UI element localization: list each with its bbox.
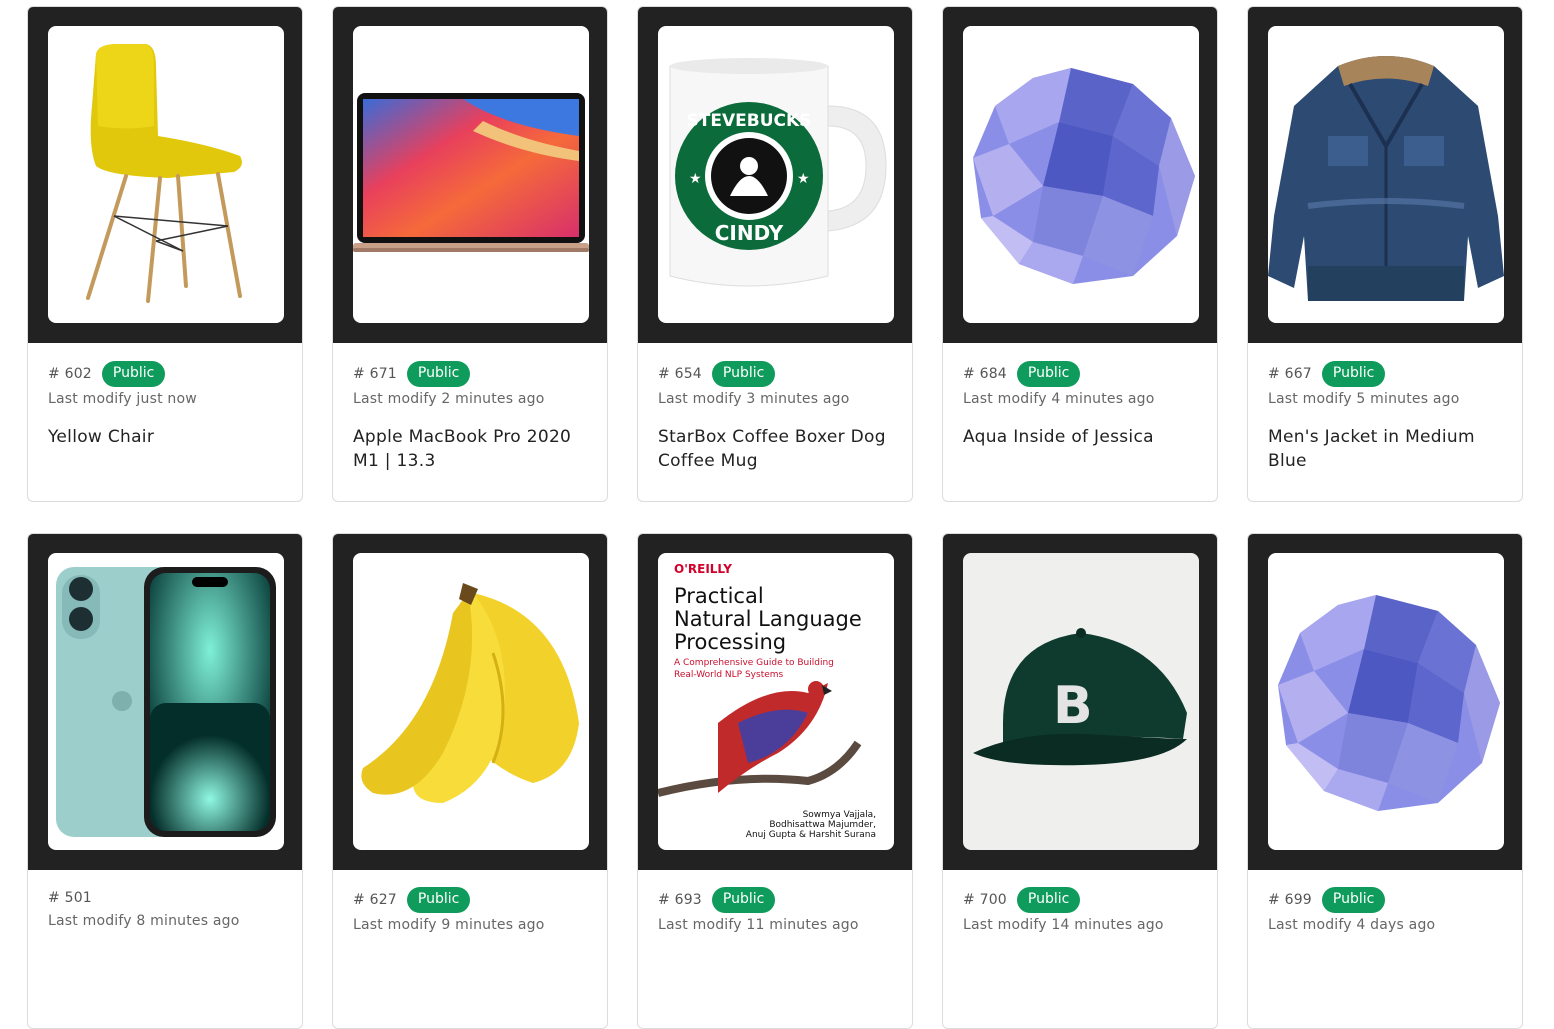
last-modified: Last modify 4 minutes ago	[963, 391, 1155, 407]
item-title[interactable]: Apple MacBook Pro 2020 M1 | 13.3	[353, 425, 587, 473]
product-card[interactable]: # 627 Public Last modify 9 minutes ago	[332, 533, 608, 1029]
thumbnail-frame	[333, 534, 607, 870]
product-thumbnail[interactable]	[353, 26, 589, 323]
visibility-badge: Public	[711, 887, 776, 913]
book-publisher: O'REILLY	[674, 562, 732, 576]
product-card[interactable]: # 602 Public Last modify just now Yellow…	[27, 6, 303, 502]
thumbnail-frame: STEVEBUCKS CINDY ★ ★	[638, 7, 912, 343]
last-modified: Last modify 4 days ago	[1268, 917, 1436, 933]
thumbnail-frame	[28, 534, 302, 870]
product-thumbnail[interactable]	[1268, 26, 1504, 323]
card-info: # 693 Public Last modify 11 minutes ago	[638, 870, 912, 933]
product-thumbnail[interactable]: B	[963, 553, 1199, 850]
denim-jacket-image	[1268, 56, 1504, 301]
thumbnail-frame	[943, 7, 1217, 343]
item-id: # 654	[658, 366, 702, 382]
item-id: # 501	[48, 890, 92, 906]
product-card[interactable]: B # 700 Public Last modify 14 minutes ag…	[942, 533, 1218, 1029]
yellow-chair-image	[86, 44, 242, 303]
item-title[interactable]: Men's Jacket in Medium Blue	[1268, 425, 1502, 473]
last-modified: Last modify 9 minutes ago	[353, 917, 545, 933]
svg-text:★: ★	[797, 171, 810, 187]
item-id: # 684	[963, 366, 1007, 382]
thumbnail-frame	[333, 7, 607, 343]
visibility-badge: Public	[101, 361, 166, 387]
cap-letter: B	[1053, 676, 1093, 736]
book-subtitle-1: A Comprehensive Guide to Building	[674, 658, 834, 668]
book-title-2: Natural Language	[674, 607, 862, 631]
product-thumbnail[interactable]	[48, 26, 284, 323]
thumbnail-frame: O'REILLY Practical Natural Language Proc…	[638, 534, 912, 870]
product-card[interactable]: # 699 Public Last modify 4 days ago	[1247, 533, 1523, 1029]
product-card[interactable]: STEVEBUCKS CINDY ★ ★ # 654 Public Last m…	[637, 6, 913, 502]
product-thumbnail[interactable]	[48, 553, 284, 850]
mug-text-top: STEVEBUCKS	[687, 111, 812, 131]
phone-image	[56, 567, 276, 837]
book-subtitle-2: Real-World NLP Systems	[674, 670, 784, 680]
product-thumbnail[interactable]	[353, 553, 589, 850]
product-card[interactable]: # 684 Public Last modify 4 minutes ago A…	[942, 6, 1218, 502]
item-id: # 699	[1268, 892, 1312, 908]
card-info: # 700 Public Last modify 14 minutes ago	[943, 870, 1217, 933]
card-info: # 654 Public Last modify 3 minutes ago S…	[638, 343, 912, 473]
visibility-badge: Public	[1016, 887, 1081, 913]
product-card[interactable]: # 501 Last modify 8 minutes ago	[27, 533, 303, 1029]
book-title-1: Practical	[674, 584, 764, 608]
card-info: # 667 Public Last modify 5 minutes ago M…	[1248, 343, 1522, 473]
product-card[interactable]: # 667 Public Last modify 5 minutes ago M…	[1247, 6, 1523, 502]
thumbnail-frame	[28, 7, 302, 343]
svg-text:★: ★	[689, 171, 702, 187]
thumbnail-frame	[1248, 7, 1522, 343]
item-title[interactable]: Aqua Inside of Jessica	[963, 425, 1197, 449]
item-id: # 693	[658, 892, 702, 908]
product-thumbnail[interactable]	[963, 26, 1199, 323]
coffee-mug-image: STEVEBUCKS CINDY ★ ★	[669, 58, 887, 287]
visibility-badge: Public	[1321, 361, 1386, 387]
last-modified: Last modify just now	[48, 391, 197, 407]
thumbnail-frame	[1248, 534, 1522, 870]
book-authors-3: Anuj Gupta & Harshit Surana	[746, 830, 876, 840]
visibility-badge: Public	[406, 887, 471, 913]
bananas-image	[361, 583, 579, 803]
visibility-badge: Public	[1321, 887, 1386, 913]
mug-text-bottom: CINDY	[715, 221, 784, 245]
card-info: # 627 Public Last modify 9 minutes ago	[333, 870, 607, 933]
last-modified: Last modify 11 minutes ago	[658, 917, 859, 933]
card-info: # 602 Public Last modify just now Yellow…	[28, 343, 302, 449]
product-card[interactable]: # 671 Public Last modify 2 minutes ago A…	[332, 6, 608, 502]
card-info: # 671 Public Last modify 2 minutes ago A…	[333, 343, 607, 473]
item-id: # 627	[353, 892, 397, 908]
polyhedron-sphere-image	[973, 68, 1195, 284]
book-cover-image: O'REILLY Practical Natural Language Proc…	[658, 562, 876, 840]
product-card[interactable]: O'REILLY Practical Natural Language Proc…	[637, 533, 913, 1029]
thumbnail-frame: B	[943, 534, 1217, 870]
item-id: # 671	[353, 366, 397, 382]
product-thumbnail[interactable]: O'REILLY Practical Natural Language Proc…	[658, 553, 894, 850]
item-id: # 667	[1268, 366, 1312, 382]
item-id: # 602	[48, 366, 92, 382]
item-title[interactable]: StarBox Coffee Boxer Dog Coffee Mug	[658, 425, 892, 473]
last-modified: Last modify 14 minutes ago	[963, 917, 1164, 933]
book-title-3: Processing	[674, 630, 786, 654]
last-modified: Last modify 3 minutes ago	[658, 391, 850, 407]
visibility-badge: Public	[711, 361, 776, 387]
last-modified: Last modify 2 minutes ago	[353, 391, 545, 407]
book-authors-2: Bodhisattwa Majumder,	[769, 820, 876, 830]
baseball-cap-image: B	[973, 628, 1187, 766]
product-thumbnail[interactable]	[1268, 553, 1504, 850]
product-grid: # 602 Public Last modify just now Yellow…	[27, 6, 1523, 1029]
polyhedron-sphere-image	[1278, 595, 1500, 811]
visibility-badge: Public	[406, 361, 471, 387]
product-thumbnail[interactable]: STEVEBUCKS CINDY ★ ★	[658, 26, 894, 323]
book-authors-1: Sowmya Vajjala,	[803, 810, 876, 820]
item-id: # 700	[963, 892, 1007, 908]
last-modified: Last modify 5 minutes ago	[1268, 391, 1460, 407]
item-title[interactable]: Yellow Chair	[48, 425, 282, 449]
last-modified: Last modify 8 minutes ago	[48, 913, 240, 929]
card-info: # 684 Public Last modify 4 minutes ago A…	[943, 343, 1217, 449]
card-info: # 699 Public Last modify 4 days ago	[1248, 870, 1522, 933]
macbook-image	[353, 93, 589, 252]
visibility-badge: Public	[1016, 361, 1081, 387]
card-info: # 501 Last modify 8 minutes ago	[28, 870, 302, 929]
